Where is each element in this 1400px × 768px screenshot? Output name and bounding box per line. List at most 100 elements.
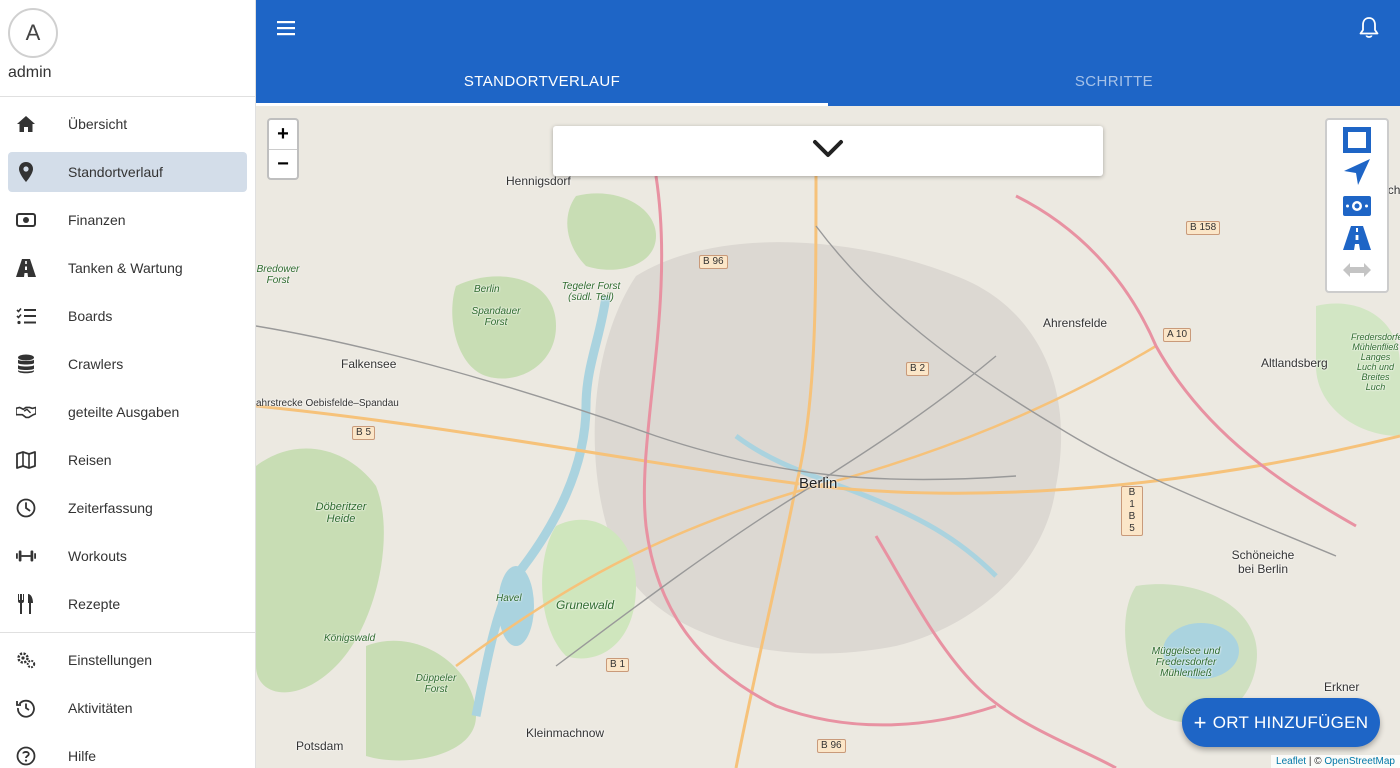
sidebar-item-label: Crawlers (68, 356, 124, 372)
plus-icon: + (1193, 709, 1207, 735)
sidebar: A admin Übersicht Standortverlauf Finanz… (0, 0, 256, 768)
sidebar-item-workouts[interactable]: Workouts (8, 536, 247, 576)
sidebar-item-geteilte-ausgaben[interactable]: geteilte Ausgaben (8, 392, 247, 432)
place-label-kleinmachnow: Kleinmachnow (526, 726, 605, 740)
add-place-label: ORT HINZUFÜGEN (1212, 712, 1369, 732)
sidebar-item-label: geteilte Ausgaben (68, 404, 180, 420)
osm-link[interactable]: OpenStreetMap (1324, 756, 1395, 767)
gears-icon (16, 650, 36, 670)
username: admin (8, 64, 52, 81)
dumbbell-icon (16, 546, 36, 566)
handshake-icon (16, 402, 36, 422)
sidebar-item-label: Übersicht (68, 116, 128, 132)
filter-panel-toggle[interactable] (553, 126, 1103, 176)
place-label-tegeler-forst: Tegeler Forst (südl. Teil) (561, 281, 621, 303)
place-label-potsdam: Potsdam (296, 739, 344, 753)
zoom-in-button[interactable]: + (269, 120, 297, 149)
sidebar-item-reisen[interactable]: Reisen (8, 440, 247, 480)
road-shield: B 1 (606, 658, 630, 672)
sidebar-item-label: Zeiterfassung (68, 500, 153, 516)
leaflet-link[interactable]: Leaflet (1276, 756, 1306, 767)
sidebar-item-rezepte[interactable]: Rezepte (8, 584, 247, 624)
home-icon (16, 114, 36, 134)
app-bar: STANDORTVERLAUF SCHRITTE (256, 0, 1400, 106)
place-label-dueppeler-forst: Düppeler Forst (415, 673, 457, 695)
sidebar-divider (0, 632, 255, 633)
tab-schritte[interactable]: SCHRITTE (828, 56, 1400, 106)
fit-bounds-icon[interactable] (1341, 126, 1373, 154)
road-shield: B 2 (906, 362, 930, 376)
sidebar-item-zeiterfassung[interactable]: Zeiterfassung (8, 488, 247, 528)
add-place-button[interactable]: + ORT HINZUFÜGEN (1182, 698, 1380, 747)
map-attribution: Leaflet | © OpenStreetMap (1271, 755, 1400, 768)
sidebar-item-label: Finanzen (68, 212, 126, 228)
checklist-icon (16, 306, 36, 326)
sidebar-item-crawlers[interactable]: Crawlers (8, 344, 247, 384)
zoom-control: + − (267, 118, 299, 180)
map-view[interactable]: Berlin Hennigsdorf Falkensee Ahrensfelde… (256, 106, 1400, 768)
map-icon (16, 450, 36, 470)
database-icon (16, 354, 36, 374)
utensils-icon (16, 594, 36, 614)
bell-icon[interactable] (1358, 16, 1380, 40)
money-icon (16, 210, 36, 230)
zoom-out-button[interactable]: − (269, 149, 297, 178)
hamburger-menu-icon[interactable] (276, 18, 296, 38)
sidebar-item-einstellungen[interactable]: Einstellungen (8, 640, 247, 680)
place-label-fredersdorfer: Fredersdorfer Mühlenfließ Langes Luch un… (1351, 332, 1400, 392)
sidebar-nav: Übersicht Standortverlauf Finanzen Tanke… (0, 97, 255, 768)
road-shield: B 158 (1186, 221, 1221, 235)
sidebar-item-standortverlauf[interactable]: Standortverlauf (8, 152, 247, 192)
place-label-railway: ahrstrecke Oebisfelde–Spandau (256, 398, 399, 409)
sidebar-item-finanzen[interactable]: Finanzen (8, 200, 247, 240)
place-label-spandauer-forst: Spandauer Forst (471, 306, 521, 328)
sidebar-item-label: Hilfe (68, 748, 97, 764)
place-label-berlin: Berlin (799, 475, 838, 492)
sidebar-item-label: Aktivitäten (68, 700, 133, 716)
place-label-schoeneiche: Schöneiche bei Berlin (1231, 548, 1295, 576)
place-label-erkner: Erkner (1324, 680, 1360, 694)
location-arrow-icon[interactable] (1341, 158, 1373, 186)
road-shield: A 10 (1163, 328, 1192, 342)
user-profile: A admin (0, 0, 255, 97)
chevron-down-icon (812, 139, 844, 164)
place-label-berlin-canal: Berlin (474, 284, 500, 295)
map-tool-panel (1325, 118, 1389, 293)
place-label-bredower-forst: Bredower Forst (256, 264, 300, 286)
sidebar-item-label: Einstellungen (68, 652, 153, 668)
location-pin-icon (16, 162, 36, 182)
place-label-muggelsee: Müggelsee und Fredersdorfer Mühlenfließ (1151, 646, 1221, 679)
sidebar-item-label: Workouts (68, 548, 127, 564)
sidebar-item-label: Standortverlauf (68, 164, 163, 180)
sidebar-item-boards[interactable]: Boards (8, 296, 247, 336)
place-label-havel: Havel (496, 593, 522, 604)
road-layer-icon[interactable] (1341, 224, 1373, 252)
sidebar-item-tanken[interactable]: Tanken & Wartung (8, 248, 247, 288)
avatar[interactable]: A (8, 8, 58, 58)
road-shield: B 96 (699, 255, 728, 269)
clock-icon (16, 498, 36, 518)
sidebar-item-uebersicht[interactable]: Übersicht (8, 104, 247, 144)
app-root: A admin Übersicht Standortverlauf Finanz… (0, 0, 1400, 768)
place-label-koenigswald: Königswald (324, 633, 376, 644)
attribution-separator: | © (1306, 756, 1325, 767)
arrows-horizontal-icon[interactable] (1341, 256, 1373, 284)
sidebar-item-label: Tanken & Wartung (68, 260, 183, 276)
road-shield: B 5 (352, 426, 376, 440)
road-icon (16, 258, 36, 278)
place-label-grunewald: Grunewald (556, 598, 615, 612)
history-icon (16, 698, 36, 718)
money-layer-icon[interactable] (1341, 192, 1373, 220)
place-label-ahrensfelde: Ahrensfelde (1043, 316, 1108, 330)
tab-bar: STANDORTVERLAUF SCHRITTE (256, 56, 1400, 106)
place-label-altlandsberg: Altlandsberg (1261, 356, 1328, 370)
road-shield: B 96 (817, 739, 846, 753)
sidebar-item-aktivitaeten[interactable]: Aktivitäten (8, 688, 247, 728)
place-label-doeberitzer-heide: Döberitzer Heide (315, 501, 367, 525)
sidebar-item-label: Boards (68, 308, 113, 324)
road-shield: B 1 B 5 (1121, 486, 1143, 536)
sidebar-item-hilfe[interactable]: Hilfe (8, 736, 247, 768)
tab-standortverlauf[interactable]: STANDORTVERLAUF (256, 56, 828, 106)
help-icon (16, 746, 36, 766)
sidebar-item-label: Reisen (68, 452, 112, 468)
